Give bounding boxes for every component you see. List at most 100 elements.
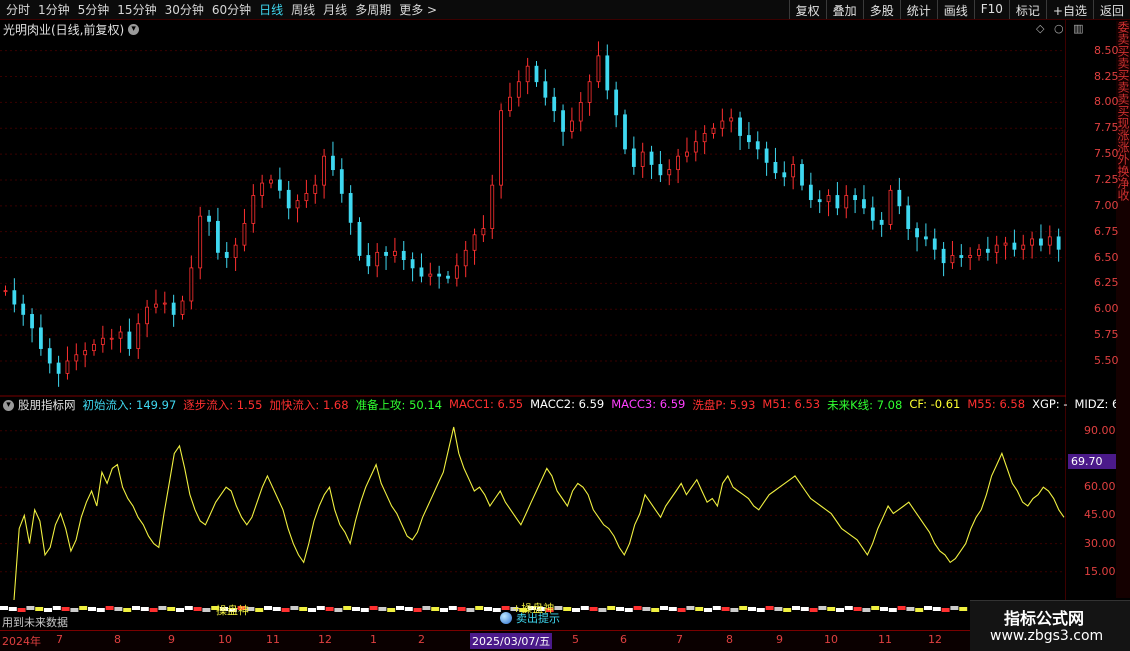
base-bar	[396, 606, 404, 610]
base-bar	[748, 607, 756, 611]
base-bar	[176, 608, 184, 612]
base-bar	[414, 608, 422, 612]
candle-body	[916, 229, 919, 237]
date-axis: 2024年789101112122025/03/07/五56789101112	[0, 630, 970, 651]
base-bar	[845, 606, 853, 610]
base-bar	[387, 608, 395, 612]
candle-body	[447, 276, 450, 278]
base-bar	[634, 606, 642, 610]
base-bar	[422, 606, 430, 610]
base-bar	[370, 606, 378, 610]
date-label: 9	[168, 633, 175, 646]
candle-body	[296, 201, 299, 208]
candle-body	[500, 111, 503, 185]
base-bar	[783, 608, 791, 612]
candle-body	[889, 190, 892, 224]
base-bar	[774, 607, 782, 611]
candle-body	[385, 252, 388, 255]
candle-body	[455, 266, 458, 278]
candle-body	[358, 222, 361, 255]
candle-body	[305, 193, 308, 200]
candle-body	[650, 152, 653, 164]
candle-body	[809, 185, 812, 199]
base-bar	[273, 607, 281, 611]
indicator-item-11: M55: 6.58	[967, 397, 1025, 413]
base-bar	[616, 607, 624, 611]
candle-body	[685, 152, 688, 156]
base-bar	[35, 607, 43, 611]
date-label: 8	[114, 633, 121, 646]
candle-body	[721, 121, 724, 128]
base-bar	[898, 606, 906, 610]
candle-body	[93, 344, 96, 350]
base-bar	[502, 606, 510, 610]
candle-body	[694, 142, 697, 152]
candle-body	[632, 149, 635, 167]
candle-body	[172, 303, 175, 314]
base-bar	[871, 606, 879, 610]
candle-body	[677, 156, 680, 169]
candle-body	[22, 304, 25, 314]
candle-body	[349, 193, 352, 222]
candle-body	[641, 152, 644, 166]
candle-body	[562, 111, 565, 132]
candle-body	[473, 235, 476, 251]
candle-body	[376, 252, 379, 265]
base-bar	[915, 608, 923, 612]
indicator-dropdown-icon[interactable]: ▾	[3, 400, 14, 411]
base-bar	[466, 608, 474, 612]
candle-body	[978, 249, 981, 255]
candle-body	[880, 220, 883, 224]
candle-body	[517, 82, 520, 98]
indicator-tick: 30.00	[1084, 537, 1116, 550]
indicator-tick: 90.00	[1084, 424, 1116, 437]
indicator-item-4: MACC1: 6.55	[449, 397, 523, 413]
indicator-line	[14, 427, 1064, 600]
candle-body	[420, 268, 423, 276]
indicator-tick: 15.00	[1084, 565, 1116, 578]
candle-body	[942, 249, 945, 262]
base-bar	[862, 608, 870, 612]
candle-body	[924, 237, 927, 239]
base-bar	[924, 606, 932, 610]
base-bar	[449, 606, 457, 610]
base-bar	[651, 608, 659, 612]
base-bar	[695, 607, 703, 611]
base-bar	[722, 607, 730, 611]
candle-body	[792, 164, 795, 176]
base-bar	[299, 607, 307, 611]
candle-body	[1057, 237, 1060, 249]
sell-signal-label: 卖出提示	[516, 610, 560, 626]
toolbar-action-8[interactable]: 返回	[1093, 0, 1130, 19]
price-tick: 6.00	[1094, 302, 1119, 315]
right-indicator-strip	[1116, 398, 1130, 598]
candle-body	[1031, 239, 1034, 245]
candle-body	[190, 268, 193, 301]
base-bar	[0, 606, 8, 610]
candle-body	[526, 66, 529, 82]
base-bar	[317, 606, 325, 610]
future-data-warning: 用到未来数据	[2, 614, 68, 630]
base-bar	[132, 606, 140, 610]
base-bar	[458, 607, 466, 611]
panel-icon[interactable]: ▥	[1073, 22, 1083, 35]
candle-body	[66, 361, 69, 373]
candle-body	[119, 332, 122, 338]
price-chart[interactable]	[0, 0, 1066, 630]
candle-body	[181, 301, 184, 314]
candle-body	[774, 162, 777, 172]
price-tick: 7.00	[1094, 199, 1119, 212]
candle-body	[163, 303, 166, 304]
candle-body	[110, 338, 113, 339]
base-bar	[713, 606, 721, 610]
candle-body	[225, 252, 228, 257]
candle-body	[101, 338, 104, 344]
base-bar	[53, 606, 61, 610]
candle-body	[783, 173, 786, 177]
indicator-item-5: MACC2: 6.59	[530, 397, 604, 413]
candle-body	[393, 251, 396, 255]
base-bar	[906, 607, 914, 611]
base-bar	[484, 607, 492, 611]
candle-body	[411, 260, 414, 268]
base-bar	[854, 607, 862, 611]
